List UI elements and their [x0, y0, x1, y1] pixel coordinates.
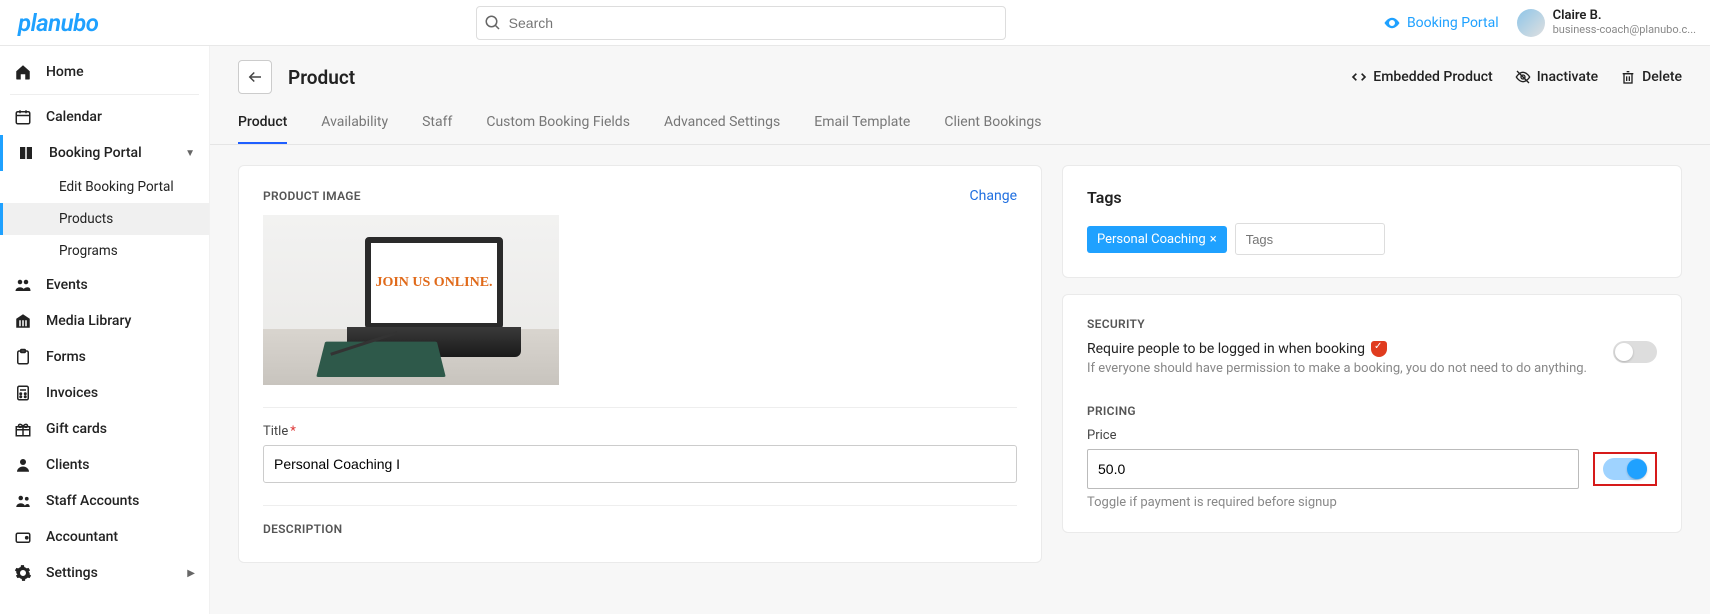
sidebar-item-accountant[interactable]: Accountant [0, 519, 209, 555]
tags-input[interactable] [1235, 223, 1385, 255]
sidebar-item-forms[interactable]: Forms [0, 339, 209, 375]
search-icon [484, 14, 502, 32]
sidebar-item-events[interactable]: Events [0, 267, 209, 303]
search-input[interactable] [476, 6, 1006, 40]
code-icon [1351, 69, 1367, 85]
sidebar-item-invoices[interactable]: Invoices [0, 375, 209, 411]
chevron-right-icon: ▶ [187, 568, 195, 579]
calendar-icon [14, 108, 32, 126]
user-name: Claire B. [1553, 9, 1696, 23]
sidebar-item-label: Calendar [46, 109, 102, 125]
sidebar-item-label: Settings [46, 565, 98, 581]
wallet-icon [14, 528, 32, 546]
tab-availability[interactable]: Availability [321, 114, 388, 144]
arrow-left-icon [246, 68, 264, 86]
sidebar-item-label: Gift cards [46, 421, 107, 437]
users-icon [14, 276, 32, 294]
tags-card: Tags Personal Coaching × [1062, 165, 1682, 278]
pricing-heading: PRICING [1087, 404, 1657, 418]
tab-product[interactable]: Product [238, 114, 287, 144]
user-icon [14, 456, 32, 474]
sidebar-item-label: Booking Portal [49, 145, 142, 161]
tags-heading: Tags [1087, 188, 1657, 207]
user-email: business-coach@planubo.c... [1553, 24, 1696, 36]
sidebar-item-booking-portal[interactable]: Booking Portal ▼ [0, 135, 209, 171]
tag-label: Personal Coaching [1097, 232, 1206, 247]
users-icon [14, 492, 32, 510]
clipboard-icon [14, 348, 32, 366]
calculator-icon [14, 384, 32, 402]
booking-portal-link[interactable]: Booking Portal [1383, 14, 1499, 32]
tab-email-template[interactable]: Email Template [814, 114, 910, 144]
product-card: PRODUCT IMAGE Change JOIN US ONLINE. [238, 165, 1042, 563]
avatar [1517, 9, 1545, 37]
gear-icon [14, 564, 32, 582]
change-image-link[interactable]: Change [970, 188, 1017, 204]
home-icon [14, 63, 32, 81]
tab-client-bookings[interactable]: Client Bookings [944, 114, 1041, 144]
action-label: Embedded Product [1373, 69, 1492, 85]
user-menu[interactable]: Claire B. business-coach@planubo.c... [1517, 9, 1696, 37]
inactivate-button[interactable]: Inactivate [1515, 69, 1598, 85]
sidebar-item-calendar[interactable]: Calendar [0, 99, 209, 135]
embedded-product-button[interactable]: Embedded Product [1351, 69, 1492, 85]
book-icon [17, 144, 35, 162]
sidebar-sub-products[interactable]: Products [0, 203, 209, 235]
action-label: Delete [1642, 69, 1682, 85]
security-sub-text: If everyone should have permission to ma… [1087, 361, 1601, 376]
sidebar-item-staff[interactable]: Staff Accounts [0, 483, 209, 519]
shield-icon [1371, 341, 1387, 357]
gift-icon [14, 420, 32, 438]
sidebar-item-label: Home [46, 64, 84, 80]
sidebar-item-label: Media Library [46, 313, 131, 329]
library-icon [14, 312, 32, 330]
chevron-down-icon: ▼ [185, 148, 195, 159]
eye-icon [1383, 14, 1401, 32]
security-pricing-card: SECURITY Require people to be logged in … [1062, 294, 1682, 533]
sidebar-item-home[interactable]: Home [0, 54, 209, 90]
image-caption: JOIN US ONLINE. [375, 275, 492, 291]
brand-logo[interactable]: planubo [18, 9, 98, 37]
trash-icon [1620, 69, 1636, 85]
sidebar-sub-edit-booking-portal[interactable]: Edit Booking Portal [0, 171, 209, 203]
product-image-label: PRODUCT IMAGE [263, 189, 361, 203]
price-help-text: Toggle if payment is required before sig… [1087, 495, 1657, 510]
sidebar-sub-programs[interactable]: Programs [0, 235, 209, 267]
tab-advanced-settings[interactable]: Advanced Settings [664, 114, 780, 144]
back-button[interactable] [238, 60, 272, 94]
sidebar-item-label: Clients [46, 457, 89, 473]
page-title: Product [288, 66, 355, 89]
delete-button[interactable]: Delete [1620, 69, 1682, 85]
sidebar-item-label: Forms [46, 349, 86, 365]
sidebar: Home Calendar Booking Portal ▼ Edit Book… [0, 46, 210, 614]
sidebar-item-clients[interactable]: Clients [0, 447, 209, 483]
sidebar-item-media-library[interactable]: Media Library [0, 303, 209, 339]
title-input[interactable] [263, 445, 1017, 483]
security-toggle[interactable] [1613, 341, 1657, 363]
tag-chip[interactable]: Personal Coaching × [1087, 226, 1227, 253]
description-label: DESCRIPTION [263, 522, 1017, 536]
security-main-text: Require people to be logged in when book… [1087, 341, 1601, 357]
action-label: Inactivate [1537, 69, 1598, 85]
price-label: Price [1087, 428, 1657, 443]
product-image: JOIN US ONLINE. [263, 215, 559, 385]
tab-staff[interactable]: Staff [422, 114, 452, 144]
sidebar-item-gift-cards[interactable]: Gift cards [0, 411, 209, 447]
tabs: Product Availability Staff Custom Bookin… [210, 94, 1710, 145]
sidebar-item-label: Invoices [46, 385, 98, 401]
security-heading: SECURITY [1087, 317, 1657, 331]
booking-portal-label: Booking Portal [1407, 15, 1499, 31]
title-label: Title* [263, 424, 1017, 439]
eye-off-icon [1515, 69, 1531, 85]
price-toggle-highlight [1593, 452, 1657, 486]
tab-custom-booking-fields[interactable]: Custom Booking Fields [486, 114, 630, 144]
sidebar-item-label: Accountant [46, 529, 118, 545]
close-icon[interactable]: × [1210, 232, 1217, 247]
sidebar-item-label: Events [46, 277, 88, 293]
sidebar-item-label: Staff Accounts [46, 493, 139, 509]
price-input[interactable] [1087, 449, 1579, 489]
sidebar-item-settings[interactable]: Settings ▶ [0, 555, 209, 591]
price-toggle[interactable] [1603, 458, 1647, 480]
